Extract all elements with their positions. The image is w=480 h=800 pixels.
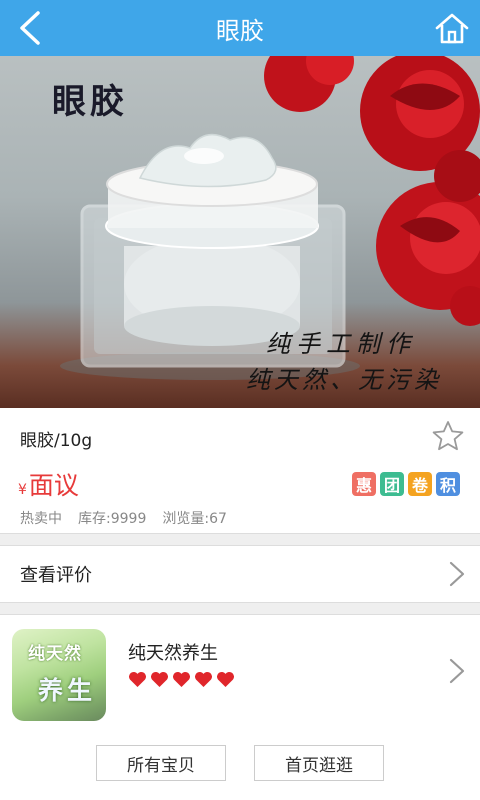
product-info-card: 眼胶/10g ¥ 面议 惠 团 卷 积 热卖中 库存:9999 浏览量:67 xyxy=(0,408,480,534)
shop-chevron-right-icon[interactable] xyxy=(448,657,466,685)
shop-logo-line1: 纯天然 xyxy=(28,644,82,664)
image-caption-title: 眼胶 xyxy=(52,82,128,122)
stock-count: 库存:9999 xyxy=(78,511,147,527)
shop-rating-hearts xyxy=(128,671,235,688)
back-arrow-icon[interactable] xyxy=(16,10,44,46)
shop-logo-line2: 养生 xyxy=(38,676,97,705)
heart-icon xyxy=(217,671,234,688)
heart-icon xyxy=(195,671,212,688)
image-caption-line1: 纯手工制作 xyxy=(266,330,416,358)
product-stats: 热卖中 库存:9999 浏览量:67 xyxy=(20,508,227,528)
home-icon[interactable] xyxy=(434,10,470,46)
badge-points: 积 xyxy=(436,472,460,496)
product-image: 眼胶 纯手工制作 纯天然、无污染 xyxy=(0,56,480,408)
top-bar: 眼胶 xyxy=(0,0,480,56)
shop-home-button[interactable]: 首页逛逛 xyxy=(254,745,384,781)
currency-symbol: ¥ xyxy=(18,482,27,498)
app-screen: 眼胶 眼胶 纯手工制作 纯天然、无污染 眼胶/10g ¥ 面议 惠 团 卷 积 … xyxy=(0,0,480,800)
page-title: 眼胶 xyxy=(216,16,264,45)
heart-icon xyxy=(151,671,168,688)
view-reviews-row[interactable]: 查看评价 xyxy=(0,545,480,603)
promo-badges: 惠 团 卷 积 xyxy=(352,472,460,496)
price-value: 面议 xyxy=(28,471,79,500)
badge-discount: 惠 xyxy=(352,472,376,496)
shop-section: 纯天然 养生 纯天然养生 所有宝贝 首页逛逛 xyxy=(0,614,480,800)
favorite-star-icon[interactable] xyxy=(432,420,464,452)
sale-status: 热卖中 xyxy=(20,511,62,527)
price: ¥ 面议 xyxy=(18,466,79,502)
all-items-button[interactable]: 所有宝贝 xyxy=(96,745,226,781)
heart-icon xyxy=(173,671,190,688)
view-count: 浏览量:67 xyxy=(162,511,227,527)
shop-name[interactable]: 纯天然养生 xyxy=(128,639,218,665)
product-name: 眼胶/10g xyxy=(20,431,93,451)
badge-group-buy: 团 xyxy=(380,472,404,496)
chevron-right-icon xyxy=(449,561,465,587)
view-reviews-label: 查看评价 xyxy=(20,565,92,586)
heart-icon xyxy=(129,671,146,688)
shop-logo[interactable]: 纯天然 养生 xyxy=(12,629,106,721)
image-caption-line2: 纯天然、无污染 xyxy=(246,366,442,394)
badge-coupon: 卷 xyxy=(408,472,432,496)
